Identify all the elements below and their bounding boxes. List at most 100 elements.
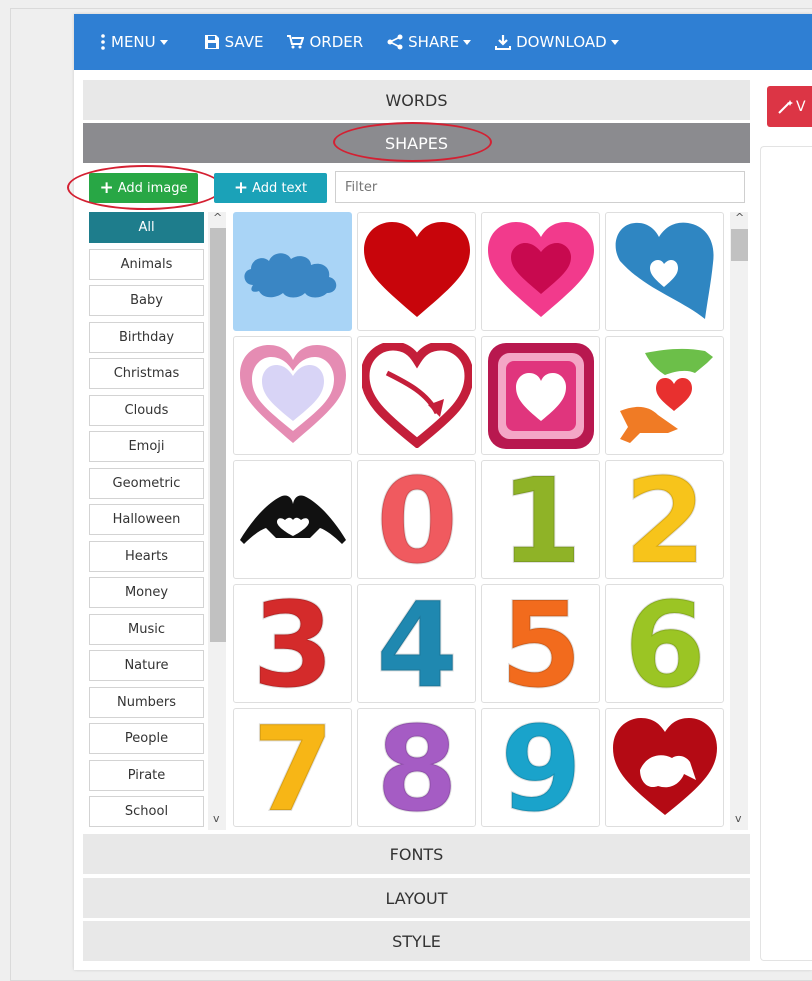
blue-heart-shape-tile[interactable] xyxy=(605,212,724,331)
caret-down-icon xyxy=(159,39,168,45)
layout-label: LAYOUT xyxy=(385,888,448,908)
category-scrollbar-thumb[interactable] xyxy=(210,228,226,642)
cloud-shape-icon xyxy=(238,237,348,307)
number-2-shape-tile[interactable]: 2 xyxy=(605,460,724,579)
category-item-music[interactable]: Music xyxy=(89,613,204,645)
category-item-emoji[interactable]: Emoji xyxy=(89,431,204,462)
style-label: STYLE xyxy=(392,931,441,951)
number-0-shape-label: 0 xyxy=(375,464,457,576)
number-8-shape-icon: 8 xyxy=(361,712,473,824)
scroll-up-icon[interactable]: ^ xyxy=(735,211,744,224)
number-4-shape-label: 4 xyxy=(375,588,457,700)
number-6-shape-label: 6 xyxy=(623,588,705,700)
cat-dog-heart-shape-tile[interactable] xyxy=(605,708,724,827)
visualize-button[interactable]: V xyxy=(767,86,812,127)
number-0-shape-tile[interactable]: 0 xyxy=(357,460,476,579)
cat-dog-heart-shape-icon xyxy=(610,715,720,820)
category-item-numbers[interactable]: Numbers xyxy=(89,686,204,718)
number-4-shape-icon: 4 xyxy=(361,588,473,700)
hands-heart-shape-tile[interactable] xyxy=(605,336,724,455)
category-item-animals[interactable]: Animals xyxy=(89,248,204,280)
number-8-shape-label: 8 xyxy=(375,712,457,824)
pink-heart-shape-tile[interactable] xyxy=(481,212,600,331)
download-label: DOWNLOAD xyxy=(516,33,607,51)
shapes-scrollbar[interactable] xyxy=(730,212,748,830)
hands-heart-shape-icon xyxy=(610,343,720,448)
number-4-shape-tile[interactable]: 4 xyxy=(357,584,476,703)
add-text-label: Add text xyxy=(252,180,308,196)
share-icon xyxy=(387,34,403,50)
magic-wand-icon xyxy=(778,99,793,114)
scroll-down-icon[interactable]: v xyxy=(213,812,220,825)
cloud-shape-tile[interactable] xyxy=(233,212,352,331)
download-icon xyxy=(495,35,512,50)
scroll-down-icon[interactable]: v xyxy=(735,812,742,825)
top-toolbar: MENU SAVE ORDER SHARE DOWNLOAD xyxy=(74,14,812,70)
category-item-birthday[interactable]: Birthday xyxy=(89,321,204,353)
category-item-money[interactable]: Money xyxy=(89,577,204,608)
words-label: WORDS xyxy=(385,90,448,110)
number-1-shape-icon: 1 xyxy=(485,464,597,576)
category-item-christmas[interactable]: Christmas xyxy=(89,358,204,389)
arrow-heart-shape-tile[interactable] xyxy=(357,336,476,455)
pastel-heart-shape-icon xyxy=(238,343,348,448)
number-8-shape-tile[interactable]: 8 xyxy=(357,708,476,827)
download-button[interactable]: DOWNLOAD xyxy=(495,33,619,51)
vertical-dots-icon xyxy=(101,34,105,50)
save-button[interactable]: SAVE xyxy=(204,33,264,51)
filter-input[interactable] xyxy=(335,171,745,203)
fonts-label: FONTS xyxy=(389,844,444,864)
category-item-baby[interactable]: Baby xyxy=(89,285,204,316)
highlight-oval-shapes xyxy=(333,122,492,162)
category-item-nature[interactable]: Nature xyxy=(89,650,204,681)
style-section-header[interactable]: STYLE xyxy=(83,921,750,961)
shapes-scrollbar-thumb[interactable] xyxy=(731,229,748,261)
number-5-shape-icon: 5 xyxy=(485,588,597,700)
category-item-school[interactable]: School xyxy=(89,796,204,827)
words-section-header[interactable]: WORDS xyxy=(83,80,750,120)
category-item-halloween[interactable]: Halloween xyxy=(89,504,204,535)
category-item-people[interactable]: People xyxy=(89,723,204,754)
layout-section-header[interactable]: LAYOUT xyxy=(83,878,750,918)
category-item-hearts[interactable]: Hearts xyxy=(89,540,204,572)
number-9-shape-tile[interactable]: 9 xyxy=(481,708,600,827)
highlight-oval-add-image xyxy=(67,165,223,210)
caret-down-icon xyxy=(610,39,619,45)
heart-square-shape-tile[interactable] xyxy=(481,336,600,455)
red-heart-shape-tile[interactable] xyxy=(357,212,476,331)
blue-heart-shape-icon xyxy=(610,219,720,324)
number-9-shape-label: 9 xyxy=(499,712,581,824)
add-text-button[interactable]: + Add text xyxy=(214,173,327,203)
shopping-cart-icon xyxy=(287,35,305,49)
number-6-shape-icon: 6 xyxy=(609,588,721,700)
category-item-pirate[interactable]: Pirate xyxy=(89,759,204,791)
number-3-shape-label: 3 xyxy=(251,588,333,700)
scroll-up-icon[interactable]: ^ xyxy=(213,211,222,224)
number-5-shape-tile[interactable]: 5 xyxy=(481,584,600,703)
number-2-shape-icon: 2 xyxy=(609,464,721,576)
menu-button[interactable]: MENU xyxy=(100,33,168,51)
hand-heart-silhouette-shape-icon xyxy=(238,490,348,550)
fonts-section-header[interactable]: FONTS xyxy=(83,834,750,874)
category-item-geometric[interactable]: Geometric xyxy=(89,467,204,499)
pink-heart-shape-icon xyxy=(486,221,596,322)
number-7-shape-tile[interactable]: 7 xyxy=(233,708,352,827)
order-button[interactable]: ORDER xyxy=(287,33,363,51)
category-item-all[interactable]: All xyxy=(89,212,204,243)
number-1-shape-tile[interactable]: 1 xyxy=(481,460,600,579)
category-item-clouds[interactable]: Clouds xyxy=(89,394,204,426)
number-5-shape-label: 5 xyxy=(499,588,581,700)
category-list: All Animals Baby Birthday Christmas Clouds Emo… xyxy=(89,212,204,830)
number-6-shape-tile[interactable]: 6 xyxy=(605,584,724,703)
plus-icon: + xyxy=(233,178,249,198)
hand-heart-silhouette-shape-tile[interactable] xyxy=(233,460,352,579)
floppy-disk-icon xyxy=(204,35,219,49)
share-button[interactable]: SHARE xyxy=(387,33,472,51)
save-label: SAVE xyxy=(224,33,264,51)
number-0-shape-icon: 0 xyxy=(361,464,473,576)
shapes-grid: 012 3456 789 xyxy=(233,212,725,830)
number-3-shape-tile[interactable]: 3 xyxy=(233,584,352,703)
number-7-shape-label: 7 xyxy=(251,712,333,824)
pastel-heart-shape-tile[interactable] xyxy=(233,336,352,455)
number-2-shape-label: 2 xyxy=(623,464,705,576)
